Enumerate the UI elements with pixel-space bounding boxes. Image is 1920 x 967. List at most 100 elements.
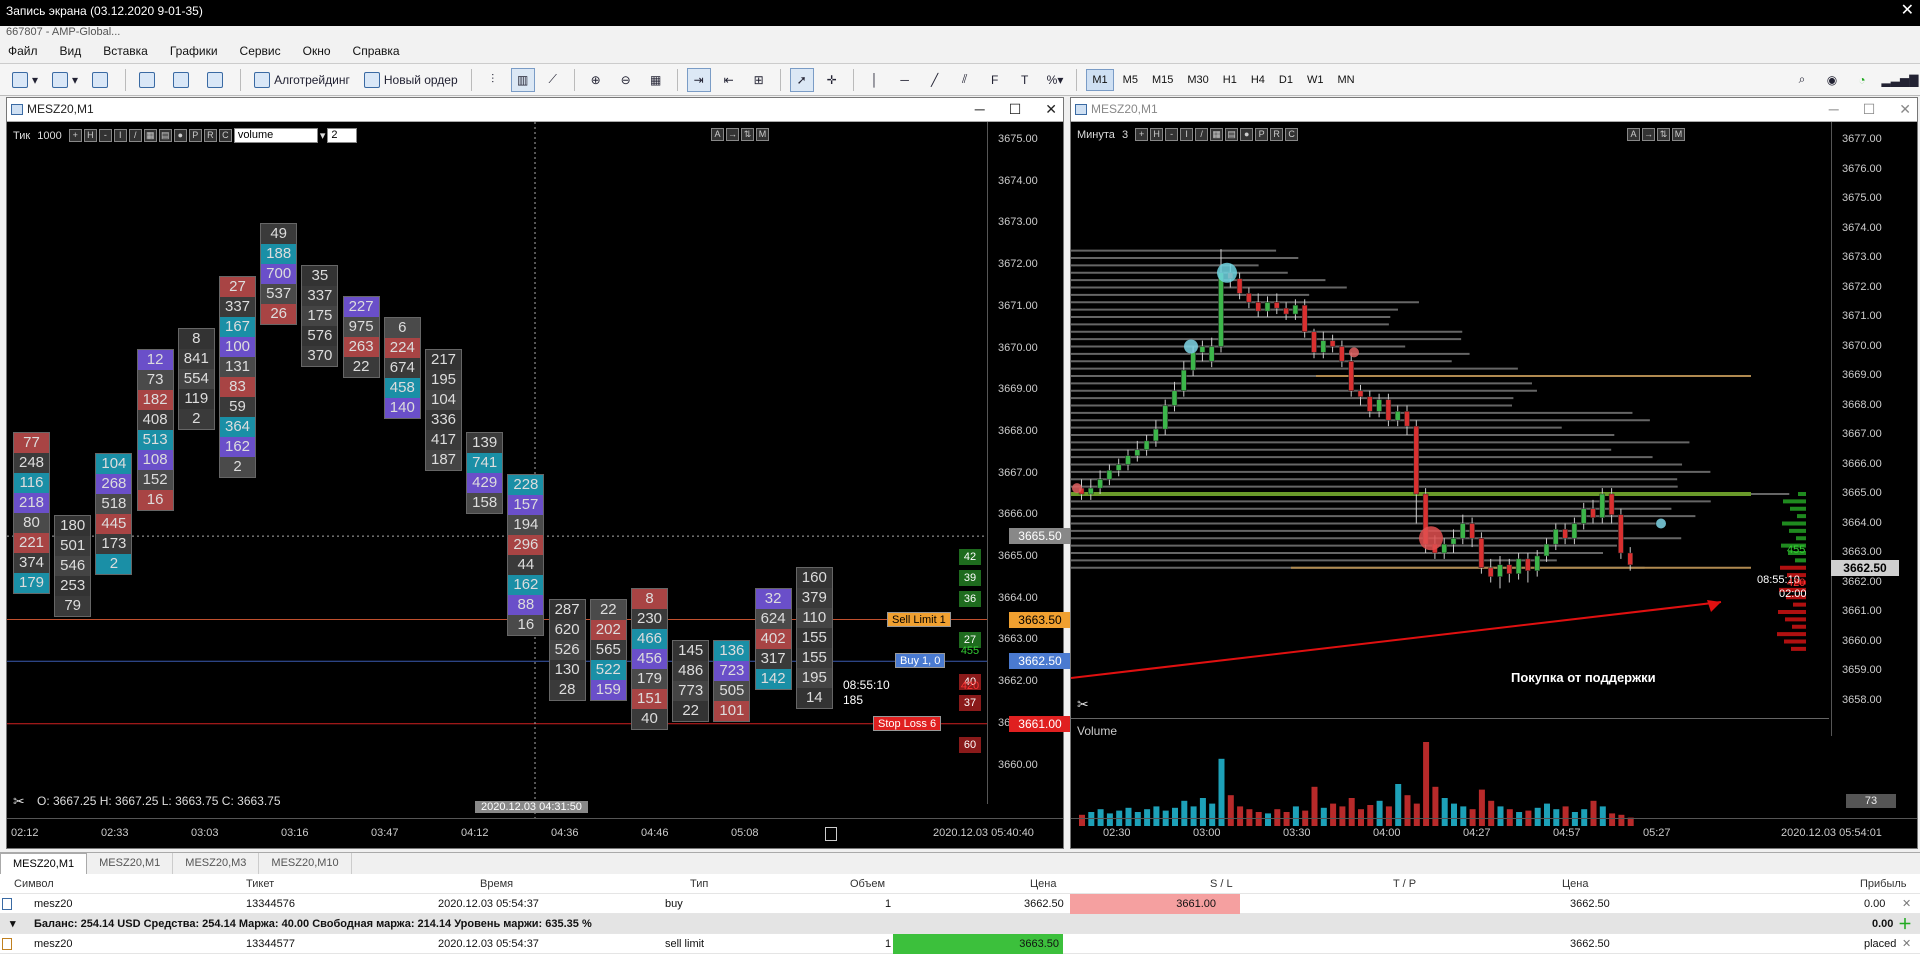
candle-chart-window[interactable]: MESZ20,M1 ─ ☐ ✕ Минута 3 + H - I / ▦ ▤ ● P R C A → ⇅… <box>1070 97 1918 849</box>
close-icon[interactable]: ✕ <box>1901 0 1914 22</box>
algotrading-button[interactable]: Алготрейдинг <box>250 68 354 92</box>
cluster-column[interactable]: 180 501 546 253 79 <box>54 515 92 618</box>
menu-item[interactable]: Окно <box>303 44 331 58</box>
profiles-button[interactable]: ▾ <box>48 68 82 92</box>
timeframe-m30[interactable]: M30 <box>1182 69 1213 91</box>
candle-body[interactable] <box>1469 523 1475 539</box>
bar-chart-button[interactable]: ⫶ <box>481 68 505 92</box>
candle-body[interactable] <box>1376 399 1382 412</box>
menu-item[interactable]: Сервис <box>240 44 281 58</box>
cluster-column[interactable]: 32 624 402 317 142 <box>754 588 792 691</box>
time-scale[interactable]: 02:12 02:33 03:03 03:16 03:47 04:12 04:36 04:46… <box>7 801 1063 848</box>
close-icon[interactable]: ✕ <box>1045 98 1057 121</box>
cluster-column[interactable]: 217 195 104 336 417 187 <box>425 348 462 471</box>
stop-loss-order-label[interactable]: Stop Loss 6 <box>873 715 942 731</box>
column-header[interactable]: Время <box>480 874 513 894</box>
candle-body[interactable] <box>1525 558 1531 571</box>
candle-body[interactable] <box>1450 538 1457 545</box>
candle-body[interactable] <box>1608 493 1615 515</box>
candle-body[interactable] <box>1460 523 1466 539</box>
close-icon[interactable]: ✕ <box>1902 894 1911 914</box>
price-scale[interactable]: 3677.00 3676.00 3675.00 3674.00 3673.00 3672.… <box>1831 122 1901 736</box>
market-watch-button[interactable] <box>88 68 116 92</box>
text-icon[interactable]: T <box>1013 68 1037 92</box>
sell-limit-order-label[interactable]: Sell Limit 1 <box>887 611 951 627</box>
collapse-icon[interactable]: ▾ <box>10 914 16 934</box>
zoom-in-icon[interactable]: ⊕ <box>584 68 608 92</box>
minimize-icon[interactable]: ─ <box>975 98 985 121</box>
candle-body[interactable] <box>1580 508 1587 524</box>
table-cell[interactable]: mesz20 <box>34 934 73 954</box>
table-cell[interactable]: 1 <box>885 894 891 914</box>
candle-body[interactable] <box>1534 555 1540 571</box>
candle-body[interactable] <box>1394 411 1401 421</box>
channel-icon[interactable]: ⫽ <box>953 68 977 92</box>
candle-body[interactable] <box>1404 411 1410 427</box>
vertical-line-icon[interactable]: │ <box>863 68 887 92</box>
account-icon[interactable]: ◉ <box>1820 68 1844 92</box>
menu-item[interactable]: Графики <box>170 44 218 58</box>
cluster-column[interactable]: 27 337 167 100 131 83 59 364 162 2 <box>219 275 256 478</box>
candle-body[interactable] <box>1274 302 1280 309</box>
wrench-icon[interactable]: ✂ <box>13 793 25 810</box>
column-header[interactable]: Тикет <box>246 874 274 894</box>
table-cell[interactable]: 2020.12.03 05:54:37 <box>438 894 539 914</box>
candle-body[interactable] <box>1153 428 1159 442</box>
candle-body[interactable] <box>1218 272 1224 347</box>
menu-item[interactable]: Справка <box>353 44 400 58</box>
time-scale[interactable]: 02:30 03:00 03:30 04:00 04:27 04:57 05:27 2020.… <box>1071 818 1917 848</box>
search-icon[interactable]: ⌕ <box>1790 68 1814 92</box>
cluster-column[interactable]: 228 157 194 296 44 162 88 16 <box>507 473 545 636</box>
timeframe-h4[interactable]: H4 <box>1246 69 1270 91</box>
column-header[interactable]: T / P <box>1393 874 1416 894</box>
menu-item[interactable]: Вставка <box>103 44 148 58</box>
tile-windows-icon[interactable]: ▦ <box>644 68 668 92</box>
candle-body[interactable] <box>1357 390 1364 397</box>
candle-body[interactable] <box>1487 567 1494 577</box>
candle-body[interactable] <box>1599 493 1606 518</box>
cluster-chart-window[interactable]: MESZ20,M1 ─ ☐ ✕ Тик 1000 + H - I / ▦ ▤ ● P R C volum… <box>6 97 1071 849</box>
candle-body[interactable] <box>1097 479 1103 489</box>
cluster-column[interactable]: 22 202 565 522 159 <box>589 598 627 701</box>
menu-item[interactable]: Вид <box>60 44 82 58</box>
signal-strength-icon[interactable]: ◔ <box>1850 68 1874 92</box>
timeframe-m15[interactable]: M15 <box>1147 69 1178 91</box>
candle-body[interactable] <box>1115 464 1122 471</box>
candle-chart-canvas[interactable] <box>1071 122 1919 850</box>
candle-body[interactable] <box>1255 302 1261 312</box>
candle-body[interactable] <box>1208 346 1215 362</box>
timeframe-h1[interactable]: H1 <box>1218 69 1242 91</box>
table-row[interactable]: mesz20 13344577 2020.12.03 05:54:37 sell li… <box>0 934 1920 954</box>
horizontal-line-icon[interactable]: ─ <box>893 68 917 92</box>
zoom-out-icon[interactable]: ⊖ <box>614 68 638 92</box>
candle-body[interactable] <box>1441 543 1447 554</box>
timeframe-d1[interactable]: D1 <box>1274 69 1298 91</box>
candle-body[interactable] <box>1181 369 1187 392</box>
column-header[interactable]: Цена <box>1562 874 1588 894</box>
candle-body[interactable] <box>1627 552 1633 566</box>
cluster-column[interactable]: 287 620 526 130 28 <box>548 598 586 701</box>
candle-body[interactable] <box>1236 278 1243 294</box>
candle-body[interactable] <box>1329 340 1336 347</box>
candle-body[interactable] <box>1320 340 1327 353</box>
cursor-icon[interactable]: ➚ <box>789 67 814 92</box>
candle-body[interactable] <box>1553 529 1559 545</box>
cluster-column[interactable]: 12 73 182 408 513 108 152 16 <box>136 348 174 511</box>
candle-body[interactable] <box>1367 396 1373 412</box>
candle-body[interactable] <box>1590 508 1596 518</box>
table-cell[interactable]: 3661.00 <box>1070 894 1240 914</box>
candle-body[interactable] <box>1497 564 1503 577</box>
cluster-column[interactable]: 139 741 429 158 <box>466 431 504 514</box>
wrench-icon[interactable]: ✂ <box>1077 696 1089 713</box>
minimize-icon[interactable]: ─ <box>1829 98 1839 121</box>
cluster-column[interactable]: 6 224 674 458 140 <box>383 317 421 420</box>
table-cell[interactable]: 3662.50 <box>1024 894 1064 914</box>
cluster-column[interactable]: 136 723 505 101 <box>713 640 751 723</box>
candle-body[interactable] <box>1125 455 1131 465</box>
timeframe-m5[interactable]: M5 <box>1118 69 1143 91</box>
indicators-icon[interactable]: ⊞ <box>747 68 771 92</box>
maximize-icon[interactable]: ☐ <box>1863 98 1876 121</box>
candle-body[interactable] <box>1348 361 1354 391</box>
chart-tab[interactable]: MESZ20,M1 <box>0 853 88 874</box>
shapes-icon[interactable]: %▾ <box>1043 68 1068 92</box>
